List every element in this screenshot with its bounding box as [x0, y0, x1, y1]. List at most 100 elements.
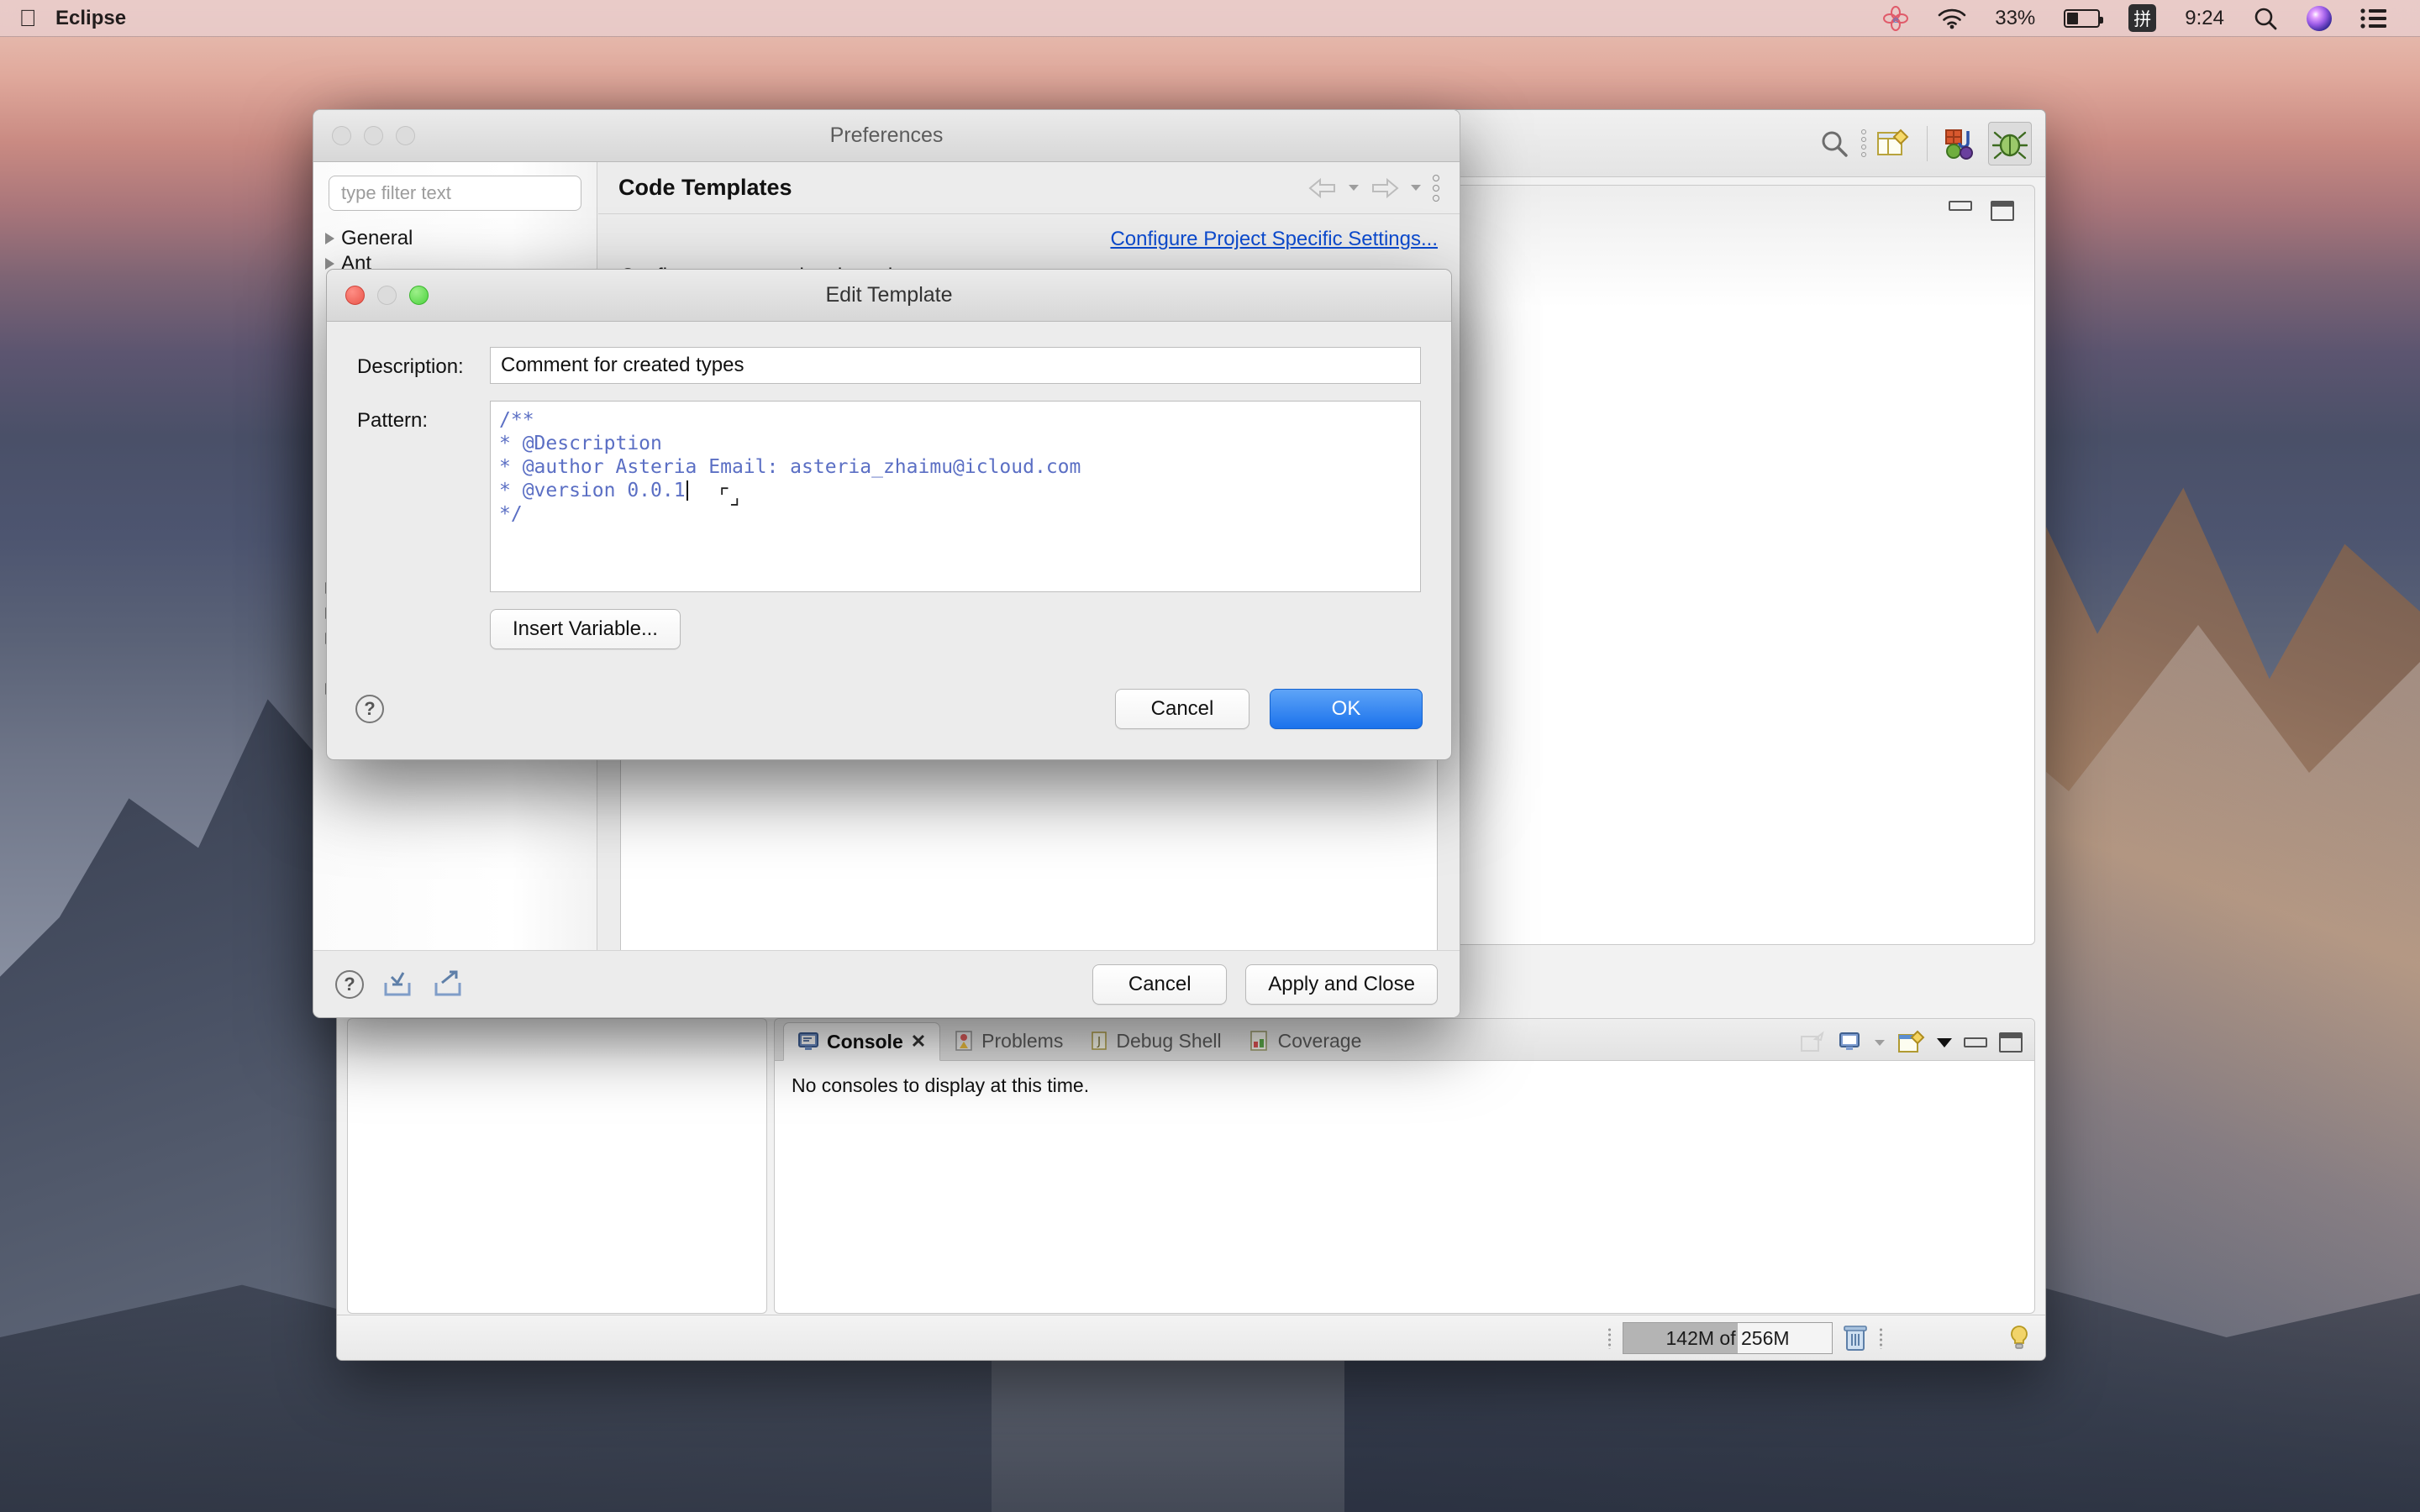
page-header: Code Templates — [598, 162, 1460, 214]
cancel-button[interactable]: Cancel — [1092, 964, 1227, 1005]
restore-icon[interactable] — [1949, 201, 1972, 211]
edit-template-footer-buttons: Cancel OK — [1115, 689, 1423, 729]
explorer-pane — [347, 1018, 767, 1314]
page-menu-icon[interactable] — [1433, 175, 1439, 202]
svg-text:J: J — [1097, 1036, 1101, 1048]
help-icon[interactable]: ? — [355, 695, 384, 723]
toolbar-overflow-dots-icon[interactable] — [1861, 129, 1866, 157]
tab-console[interactable]: Console ✕ — [783, 1022, 940, 1061]
search-icon[interactable] — [2238, 6, 2292, 31]
open-console-caret-icon[interactable] — [1937, 1038, 1952, 1047]
tab-debug-shell[interactable]: J Debug Shell — [1076, 1021, 1234, 1060]
problems-icon — [954, 1030, 974, 1052]
display-selected-console-icon[interactable] — [1838, 1031, 1863, 1054]
chevron-right-icon[interactable] — [325, 258, 334, 270]
pattern-line: */ — [499, 502, 1412, 526]
console-tab-bar: Console ✕ Problems J Debug — [775, 1019, 2034, 1061]
menu-app-name[interactable]: Eclipse — [40, 7, 141, 30]
close-icon[interactable]: ✕ — [911, 1031, 926, 1053]
configure-project-specific-settings-link[interactable]: Configure Project Specific Settings... — [1110, 228, 1438, 250]
import-preferences-icon[interactable] — [381, 968, 414, 1001]
console-icon — [797, 1031, 819, 1053]
edit-template-titlebar[interactable]: Edit Template — [327, 270, 1451, 322]
pattern-label: Pattern: — [357, 401, 490, 433]
description-input[interactable]: Comment for created types — [490, 347, 1421, 384]
pattern-line: * @Description — [499, 432, 1412, 455]
edit-template-title: Edit Template — [327, 283, 1451, 307]
battery-icon[interactable] — [2049, 9, 2114, 28]
forward-dropdown-caret-icon[interactable] — [1411, 185, 1421, 191]
debug-shell-icon: J — [1090, 1030, 1108, 1052]
preferences-titlebar[interactable]: Preferences — [313, 110, 1460, 162]
description-row: Description: Comment for created types — [357, 347, 1421, 384]
pattern-line: * @author Asteria Email: asteria_zhaimu@… — [499, 455, 1412, 479]
pattern-line: /** — [499, 408, 1412, 432]
flower-sync-icon[interactable]: e — [1868, 5, 1923, 32]
forward-arrow-icon[interactable] — [1370, 177, 1399, 199]
lightbulb-icon[interactable] — [2008, 1325, 2030, 1352]
insert-variable-row: Insert Variable... — [357, 609, 1421, 649]
filter-input[interactable]: type filter text — [329, 176, 581, 211]
editor-window-controls — [1949, 201, 2014, 221]
description-label: Description: — [357, 347, 490, 379]
page-title: Code Templates — [618, 175, 792, 201]
tab-label: Debug Shell — [1116, 1030, 1221, 1053]
search-icon[interactable] — [1812, 122, 1856, 165]
memory-label: 142M of 256M — [1665, 1327, 1789, 1350]
preferences-title: Preferences — [313, 123, 1460, 148]
console-restore-icon[interactable] — [1964, 1037, 1987, 1047]
chevron-right-icon[interactable] — [325, 233, 334, 244]
macos-menu-bar:  Eclipse e — [0, 0, 2420, 37]
ibeam-cursor-icon: ⌜⌟ — [719, 486, 739, 509]
ok-button[interactable]: OK — [1270, 689, 1423, 729]
sidebar-item-label: General — [341, 227, 413, 250]
help-icon[interactable]: ? — [335, 970, 364, 999]
project-settings-row: Configure Project Specific Settings... — [598, 214, 1460, 256]
sidebar-item-general[interactable]: General — [322, 226, 597, 251]
perspective-switch-icon[interactable] — [1871, 122, 1915, 165]
tab-problems[interactable]: Problems — [940, 1021, 1076, 1060]
preferences-footer-buttons: Cancel Apply and Close — [1092, 964, 1438, 1005]
preferences-footer: ? Cancel Apply and Close — [313, 950, 1460, 1017]
status-grip-2 — [1879, 1327, 1884, 1349]
wifi-icon[interactable] — [1923, 8, 1981, 29]
filter-placeholder: type filter text — [341, 182, 451, 204]
tab-label: Problems — [981, 1030, 1063, 1053]
menubar-clock[interactable]: 9:24 — [2170, 7, 2238, 30]
preferences-footer-icons: ? — [335, 968, 465, 1001]
pin-console-icon[interactable] — [1799, 1031, 1826, 1054]
insert-variable-button[interactable]: Insert Variable... — [490, 609, 681, 649]
status-grip — [1607, 1327, 1612, 1349]
trash-icon[interactable] — [1841, 1323, 1870, 1353]
back-dropdown-caret-icon[interactable] — [1349, 185, 1359, 191]
export-preferences-icon[interactable] — [431, 968, 465, 1001]
memory-monitor[interactable]: 142M of 256M — [1623, 1322, 1833, 1354]
java-perspective-icon[interactable] — [1939, 122, 1983, 165]
edit-template-dialog: Edit Template Description: Comment for c… — [326, 269, 1452, 760]
cancel-button[interactable]: Cancel — [1115, 689, 1249, 729]
apply-and-close-button[interactable]: Apply and Close — [1245, 964, 1438, 1005]
apple-logo-icon[interactable]:  — [0, 7, 40, 30]
pattern-line-with-caret: * @version 0.0.1 — [499, 479, 1412, 502]
console-empty-message: No consoles to display at this time. — [775, 1061, 2034, 1110]
siri-icon[interactable] — [2292, 6, 2346, 31]
debug-perspective-icon[interactable] — [1988, 122, 2032, 165]
list-menu-icon[interactable] — [2346, 8, 2402, 29]
page-nav-tools — [1308, 175, 1439, 202]
tab-label: Console — [827, 1031, 903, 1053]
edit-template-footer: ? Cancel OK — [327, 659, 1451, 759]
pattern-row: Pattern: /** * @Description * @author As… — [357, 401, 1421, 592]
maximize-icon[interactable] — [1991, 201, 2014, 221]
console-maximize-icon[interactable] — [1999, 1032, 2023, 1053]
open-console-icon[interactable] — [1897, 1030, 1925, 1055]
console-view: Console ✕ Problems J Debug — [774, 1018, 2035, 1314]
tab-coverage[interactable]: Coverage — [1235, 1021, 1376, 1060]
back-arrow-icon[interactable] — [1308, 177, 1337, 199]
tab-label: Coverage — [1278, 1030, 1362, 1053]
battery-percent-label: 33% — [1981, 7, 2049, 30]
display-console-caret-icon[interactable] — [1875, 1040, 1885, 1046]
pattern-textarea[interactable]: /** * @Description * @author Asteria Ema… — [490, 401, 1421, 592]
toolbar-separator-2 — [1927, 126, 1928, 161]
input-method-icon[interactable]: 拼 — [2128, 4, 2156, 32]
svg-text:e: e — [1893, 14, 1899, 25]
